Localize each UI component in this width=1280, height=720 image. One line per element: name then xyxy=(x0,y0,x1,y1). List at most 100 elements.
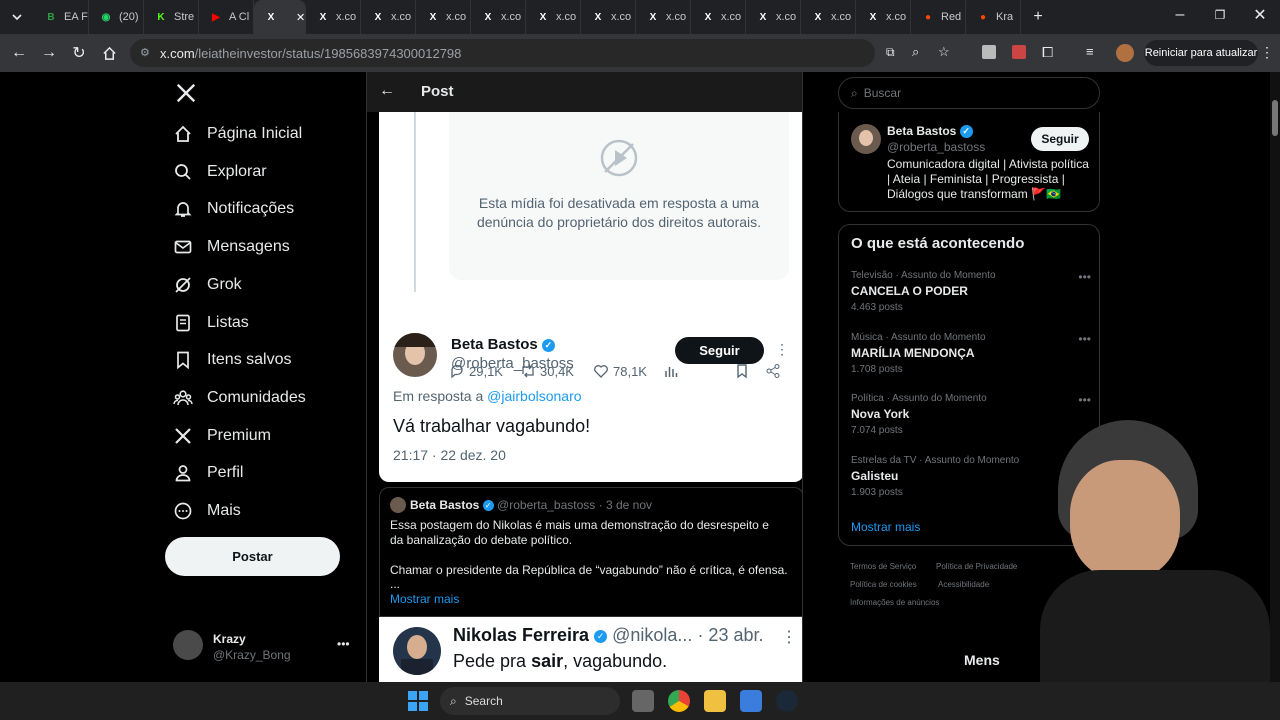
tab[interactable]: Xx.co xyxy=(856,0,911,34)
address-input[interactable]: ⚙ x.com/leiatheinvestor/status/198568397… xyxy=(130,39,950,67)
trend-item[interactable]: Televisão · Assunto do Momento CANCELA O … xyxy=(851,270,1091,313)
avatar[interactable] xyxy=(1116,44,1134,62)
tab[interactable]: Xx.co xyxy=(361,0,416,34)
install-icon[interactable]: ⧉ xyxy=(886,45,895,60)
minimize-button[interactable]: – xyxy=(1160,0,1200,30)
tab[interactable]: Xx.co xyxy=(416,0,471,34)
tab[interactable]: Xx.co xyxy=(526,0,581,34)
sidebar-item-explorar[interactable]: Explorar xyxy=(173,162,267,182)
maximize-button[interactable]: ❐ xyxy=(1200,0,1240,30)
bookmark-button[interactable] xyxy=(734,363,750,379)
forward-button[interactable]: → xyxy=(34,38,64,68)
back-button[interactable]: ← xyxy=(4,38,34,68)
show-more-link[interactable]: Mostrar mais xyxy=(851,520,920,534)
tab[interactable]: ◉ (20) xyxy=(89,0,144,34)
sidebar-item-mensagens[interactable]: Mensagens xyxy=(173,237,290,257)
file-explorer-icon[interactable] xyxy=(704,690,726,712)
show-more-link[interactable]: Mostrar mais xyxy=(390,592,459,606)
embedded-tweet[interactable]: Nikolas Ferreira ✓ @nikola... · 23 abr. … xyxy=(379,617,802,682)
footer-link[interactable]: Política de cookies xyxy=(850,580,917,589)
account-menu-icon[interactable]: ••• xyxy=(337,637,350,651)
sidebar-item-perfil[interactable]: Perfil xyxy=(173,463,243,483)
share-button[interactable] xyxy=(765,363,781,379)
site-info-icon[interactable]: ⚙ xyxy=(140,46,150,59)
taskbar-search[interactable]: ⌕ Search xyxy=(440,687,620,715)
post-button[interactable]: Postar xyxy=(165,537,340,576)
follow-button[interactable]: Seguir xyxy=(1031,127,1089,151)
tab[interactable]: Xx.co xyxy=(746,0,801,34)
more-options-icon[interactable]: ••• xyxy=(1078,332,1091,346)
puzzle-icon[interactable]: ⧠ xyxy=(1042,44,1053,61)
quote-tweet[interactable]: Beta Bastos ✓ @roberta_bastoss · 3 de no… xyxy=(379,487,802,617)
footer-link[interactable]: Informações de anúncios xyxy=(850,598,939,607)
author-handle[interactable]: @roberta_bastoss xyxy=(451,355,574,372)
sidebar-item-notificacoes[interactable]: Notificações xyxy=(173,199,294,219)
profile-handle[interactable]: @roberta_bastoss xyxy=(887,140,985,154)
sidebar-item-premium[interactable]: Premium xyxy=(173,426,271,446)
extension-icon[interactable] xyxy=(982,45,996,59)
sidebar-item-itens-salvos[interactable]: Itens salvos xyxy=(173,350,291,370)
tab[interactable]: X ✕ xyxy=(254,0,306,34)
avatar[interactable] xyxy=(173,630,203,660)
star-icon[interactable]: ☆ xyxy=(938,44,950,60)
restart-update-button[interactable]: Reiniciar para atualizar xyxy=(1144,40,1258,66)
task-view-icon[interactable] xyxy=(632,690,654,712)
zoom-icon[interactable]: ⌕ xyxy=(912,44,919,60)
sidebar-item-pagina-inicial[interactable]: Página Inicial xyxy=(173,124,302,144)
windows-start-icon[interactable] xyxy=(408,691,428,716)
sidebar-item-grok[interactable]: Grok xyxy=(173,275,242,295)
more-options-icon[interactable]: ⋮ xyxy=(781,627,797,647)
sidebar-item-listas[interactable]: Listas xyxy=(173,313,249,333)
tab[interactable]: Xx.co xyxy=(636,0,691,34)
menu-icon[interactable]: ⋮ xyxy=(1260,44,1274,61)
tab[interactable]: ▶ A Cl xyxy=(199,0,254,34)
steam-icon[interactable] xyxy=(776,690,798,712)
sidebar-item-mais[interactable]: Mais xyxy=(173,501,241,521)
tab-search-button[interactable] xyxy=(0,2,34,32)
tab[interactable]: Xx.co xyxy=(691,0,746,34)
mail-icon xyxy=(174,240,192,254)
extension-icon[interactable] xyxy=(1012,45,1026,59)
x-icon: X xyxy=(484,11,492,23)
author-name[interactable]: Beta Bastos ✓ xyxy=(451,336,555,353)
more-options-icon[interactable]: ⋮ xyxy=(775,341,789,358)
like-button[interactable]: 78,1K xyxy=(593,363,647,379)
new-tab-button[interactable]: + xyxy=(1023,2,1053,32)
close-window-button[interactable]: ✕ xyxy=(1240,0,1280,30)
more-options-icon[interactable]: ••• xyxy=(1078,393,1091,407)
tab[interactable]: Xx.co xyxy=(801,0,856,34)
home-button[interactable] xyxy=(94,38,124,68)
tab[interactable]: Xx.co xyxy=(306,0,361,34)
tab[interactable]: B EA F xyxy=(34,0,89,34)
follow-button[interactable]: Seguir xyxy=(675,337,764,364)
tab[interactable]: K Stre xyxy=(144,0,199,34)
avatar[interactable] xyxy=(851,124,881,154)
search-input[interactable]: ⌕ Buscar xyxy=(838,77,1100,109)
tab[interactable]: Xx.co xyxy=(581,0,636,34)
reply-to-link[interactable]: @jairbolsonaro xyxy=(487,388,581,404)
more-options-icon[interactable]: ••• xyxy=(1078,270,1091,284)
back-arrow-icon[interactable]: ← xyxy=(379,82,395,100)
tweet-timestamp[interactable]: 21:17 · 22 dez. 20 xyxy=(393,447,506,463)
media-icon[interactable]: ≡ xyxy=(1086,44,1094,59)
x-logo-icon[interactable] xyxy=(175,82,197,109)
store-icon[interactable] xyxy=(740,690,762,712)
footer-link[interactable]: Política de Privacidade xyxy=(936,562,1017,571)
views-button[interactable] xyxy=(663,363,679,379)
close-tab-icon[interactable]: ✕ xyxy=(296,11,305,24)
sidebar-item-comunidades[interactable]: Comunidades xyxy=(173,388,306,408)
footer-link[interactable]: Termos de Serviço xyxy=(850,562,916,571)
messages-drawer-label[interactable]: Mens xyxy=(964,652,1000,668)
taskbar: ⌕ Search xyxy=(0,682,1280,720)
tab[interactable]: ● Kra xyxy=(966,0,1021,34)
avatar[interactable] xyxy=(393,333,437,377)
page-scrollbar[interactable] xyxy=(1270,72,1280,682)
footer-link[interactable]: Acessibilidade xyxy=(938,580,989,589)
profile-name[interactable]: Beta Bastos ✓ xyxy=(887,124,973,139)
trend-item[interactable]: Música · Assunto do Momento MARÍLIA MENDO… xyxy=(851,332,1091,375)
scrollbar-thumb[interactable] xyxy=(1272,100,1278,136)
chrome-icon[interactable] xyxy=(668,690,690,712)
tab[interactable]: ● Red xyxy=(911,0,966,34)
tab[interactable]: Xx.co xyxy=(471,0,526,34)
reload-button[interactable]: ↻ xyxy=(64,38,94,68)
